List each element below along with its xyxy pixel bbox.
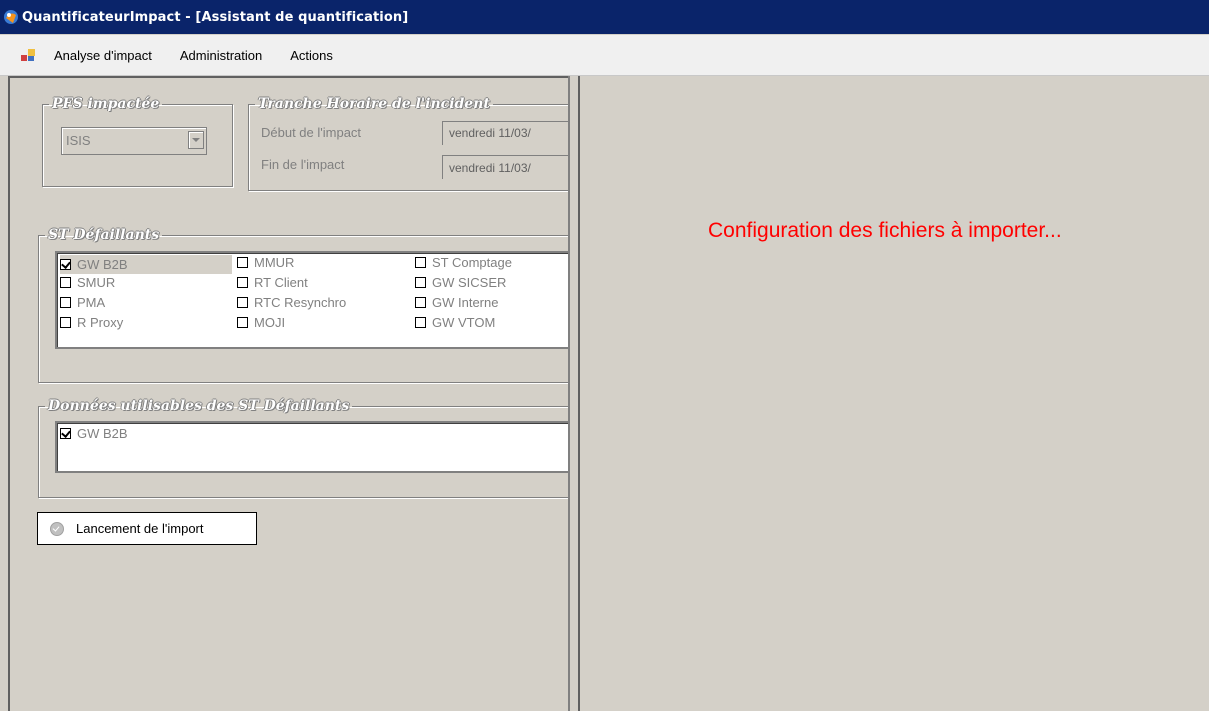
app-icon (3, 9, 19, 25)
right-panel: Configuration des fichiers à importer... (580, 76, 1209, 711)
checkbox-gw-sicser[interactable]: GW SICSER (415, 275, 506, 290)
chevron-down-icon (192, 137, 200, 142)
checkbox-moji[interactable]: MOJI (237, 315, 285, 330)
checkbox-gw-b2b[interactable]: GW B2B (60, 255, 232, 274)
status-message: Configuration des fichiers à importer... (708, 219, 1062, 242)
checkbox-r-proxy[interactable]: R Proxy (60, 315, 123, 330)
checkbox-box[interactable] (237, 277, 248, 288)
debut-datetime-field[interactable]: vendredi 11/03/ (442, 121, 568, 145)
lancement-import-button[interactable]: Lancement de l'import (37, 512, 257, 545)
debut-label: Début de l'impact (261, 125, 362, 140)
checkbox-box[interactable] (60, 297, 71, 308)
tranche-group: Tranche Horaire de l'incident Début de l… (248, 96, 568, 191)
checkbox-gw-interne[interactable]: GW Interne (415, 295, 498, 310)
fin-datetime-field[interactable]: vendredi 11/03/ (442, 155, 568, 179)
donnees-legend: Données utilisables des ST Défaillants (48, 398, 350, 414)
checkbox-rt-client[interactable]: RT Client (237, 275, 308, 290)
st-defaillants-legend: ST Défaillants (48, 227, 160, 243)
pfs-select-arrow[interactable] (188, 131, 204, 149)
donnees-checklist: GW B2B (55, 421, 568, 473)
fin-label: Fin de l'impact (261, 157, 345, 172)
checkbox-mmur[interactable]: MMUR (237, 255, 294, 270)
checkbox-donnees-gw-b2b[interactable]: GW B2B (60, 426, 128, 441)
checkbox-box[interactable] (415, 277, 426, 288)
checkbox-label: PMA (77, 295, 106, 310)
debut-datetime-value: vendredi 11/03/ (449, 126, 531, 140)
menu-administration[interactable]: Administration (180, 48, 262, 63)
window-title: QuantificateurImpact - [Assistant de qua… (22, 9, 409, 25)
lancement-import-label: Lancement de l'import (76, 521, 204, 536)
checkbox-label: GW Interne (432, 295, 499, 310)
checkbox-box[interactable] (60, 428, 71, 439)
pfs-select[interactable]: ISIS (61, 127, 207, 155)
panel-splitter[interactable] (568, 76, 580, 711)
checkbox-label: GW VTOM (432, 315, 496, 330)
checkbox-box[interactable] (237, 297, 248, 308)
checkbox-box[interactable] (60, 259, 71, 270)
checkbox-box[interactable] (415, 317, 426, 328)
checkbox-box[interactable] (237, 317, 248, 328)
check-circle-icon (50, 521, 64, 536)
left-panel: PFS impactée ISIS Tranche Horaire de l'i… (8, 76, 568, 711)
st-defaillants-group: ST Défaillants GW B2B MMUR ST Comptage S… (38, 227, 568, 383)
st-defaillants-checklist: GW B2B MMUR ST Comptage SMUR RT Client G… (55, 251, 568, 349)
checkbox-box[interactable] (60, 277, 71, 288)
checkbox-label: GW B2B (77, 257, 128, 272)
checkbox-label: SMUR (77, 275, 116, 290)
checkbox-box[interactable] (60, 317, 71, 328)
checkbox-st-comptage[interactable]: ST Comptage (415, 255, 512, 270)
checkbox-label: GW SICSER (432, 275, 507, 290)
pfs-legend: PFS impactée (52, 96, 160, 112)
checkbox-label: RT Client (254, 275, 308, 290)
checkbox-box[interactable] (415, 257, 426, 268)
pfs-select-value: ISIS (66, 133, 91, 148)
checkbox-gw-vtom[interactable]: GW VTOM (415, 315, 495, 330)
checkbox-pma[interactable]: PMA (60, 295, 105, 310)
pfs-group: PFS impactée ISIS (42, 96, 233, 187)
fin-datetime-value: vendredi 11/03/ (449, 161, 531, 175)
donnees-group: Données utilisables des ST Défaillants G… (38, 398, 568, 498)
title-bar[interactable]: QuantificateurImpact - [Assistant de qua… (0, 0, 1209, 34)
checkbox-smur[interactable]: SMUR (60, 275, 115, 290)
menu-analyse-impact[interactable]: Analyse d'impact (54, 48, 152, 63)
checkbox-rtc-resynchro[interactable]: RTC Resynchro (237, 295, 346, 310)
checkbox-label: MMUR (254, 255, 295, 270)
menu-bar: Analyse d'impact Administration Actions (0, 35, 1209, 76)
tranche-legend: Tranche Horaire de l'incident (258, 96, 490, 112)
checkbox-label: MOJI (254, 315, 286, 330)
checkbox-label: R Proxy (77, 315, 124, 330)
checkbox-label: RTC Resynchro (254, 295, 347, 310)
menu-actions[interactable]: Actions (290, 48, 333, 63)
checkbox-label: GW B2B (77, 426, 128, 441)
checkbox-label: ST Comptage (432, 255, 512, 270)
checkbox-box[interactable] (237, 257, 248, 268)
window-menu-icon[interactable] (20, 47, 36, 63)
checkbox-box[interactable] (415, 297, 426, 308)
